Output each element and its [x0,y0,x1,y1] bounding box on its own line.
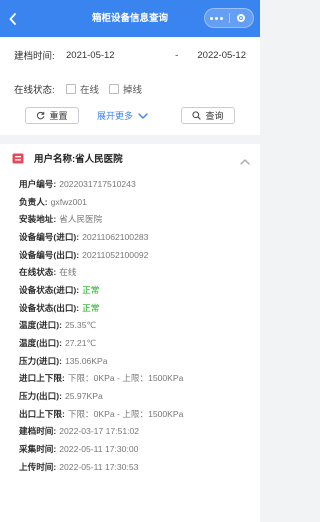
chevron-up-icon[interactable] [240,152,250,170]
expand-more-label: 展开更多 [97,111,134,121]
date-end-picker[interactable]: 2022-05-12 [197,50,246,61]
search-button-label: 查询 [205,111,224,121]
checkbox-icon [109,84,120,94]
back-button[interactable] [0,0,26,37]
device-info-card: 用户名称:省人民医院 用户编号: 2022031717510243 负责人: gxfw… [0,144,260,522]
field-key: 设备状态(出口): [19,302,80,313]
field-value: 2022031717510243 [59,178,136,189]
field-value: 2022-05-11 17:30:53 [59,461,139,472]
field-key: 设备编号(出口): [19,249,80,260]
online-checkbox[interactable]: 在线 [66,82,99,96]
navigation-bar: 箱柜设备信息查询 [0,0,260,37]
field-value: 省人民医院 [59,214,103,225]
field-value: 27.21℃ [64,337,97,348]
reset-button[interactable]: 重置 [25,107,79,124]
field-row: 压力(进口): 135.06KPa [19,352,254,370]
field-row: 负责人: gxfwz001 [19,193,254,211]
search-icon [192,111,202,120]
refresh-icon [36,111,45,120]
field-value: 在线 [59,267,77,278]
field-row: 温度(进口): 25.35℃ [19,317,254,335]
field-row: 设备编号(进口): 20211062100283 [19,228,254,246]
field-key: 上传时间: [19,461,57,472]
field-row: 设备状态(进口): 正常 [19,281,254,299]
status-label: 在线状态: [14,85,55,96]
field-key: 进口上下限: [19,373,65,384]
user-card-icon [12,151,24,169]
status-row: 在线状态: 在线 掉线 [14,82,152,96]
date-separator: - [175,49,179,61]
offline-checkbox[interactable]: 掉线 [109,82,142,96]
field-key: 负责人: [19,196,48,207]
field-key: 安装地址: [19,214,57,225]
card-header[interactable]: 用户名称:省人民医院 [0,144,260,170]
field-value: 下限：0KPa - 上限：1500KPa [67,408,184,419]
expand-more-button[interactable]: 展开更多 [97,107,148,124]
filter-panel: 建档时间: 2021-05-12 - 2022-05-12 在线状态: 在线 掉… [0,37,260,135]
chevron-down-icon [138,112,148,119]
field-row: 压力(出口): 25.97KPa [19,387,254,405]
field-list: 用户编号: 2022031717510243 负责人: gxfwz001 安装地址: 省人… [19,175,254,476]
back-arrow-icon [9,12,16,25]
field-key: 设备状态(进口): [19,284,80,295]
close-circle-icon[interactable] [230,14,254,22]
field-row: 在线状态: 在线 [19,263,254,281]
field-key: 压力(进口): [19,355,62,366]
date-start-picker[interactable]: 2021-05-12 [66,50,156,61]
field-row: 设备状态(出口): 正常 [19,299,254,317]
reset-button-label: 重置 [49,111,68,121]
mini-program-capsule [204,8,254,28]
field-key: 建档时间: [19,426,57,437]
field-key: 出口上下限: [19,408,65,419]
date-range-row: 建档时间: 2021-05-12 - 2022-05-12 [14,49,246,63]
field-row: 安装地址: 省人民医院 [19,210,254,228]
field-row: 用户编号: 2022031717510243 [19,175,254,193]
search-button[interactable]: 查询 [181,107,235,124]
field-key: 温度(出口): [19,338,62,349]
field-key: 压力(出口): [19,391,62,402]
field-value: 正常 [82,284,100,295]
field-row: 温度(出口): 27.21℃ [19,334,254,352]
field-value: 下限：0KPa - 上限：1500KPa [67,373,184,384]
field-row: 采集时间: 2022-05-11 17:30:00 [19,440,254,458]
field-value: 20211052100092 [82,249,149,260]
more-dots-icon[interactable] [205,16,229,20]
field-row: 进口上下限: 下限：0KPa - 上限：1500KPa [19,370,254,388]
field-key: 在线状态: [19,267,57,278]
field-row: 出口上下限: 下限：0KPa - 上限：1500KPa [19,405,254,423]
field-key: 设备编号(进口): [19,231,80,242]
field-value: 25.97KPa [64,391,103,402]
field-value: 正常 [82,302,100,313]
field-value: 2022-03-17 17:51:02 [59,426,140,437]
field-value: 20211062100283 [82,231,149,242]
field-key: 用户编号: [19,178,57,189]
field-row: 设备编号(出口): 20211052100092 [19,246,254,264]
online-checkbox-label: 在线 [80,85,100,96]
field-value: 2022-05-11 17:30:00 [59,444,139,455]
user-name-title: 用户名称:省人民医院 [34,154,123,165]
field-key: 温度(进口): [19,320,62,331]
field-row: 上传时间: 2022-05-11 17:30:53 [19,458,254,476]
offline-checkbox-label: 掉线 [123,85,143,96]
date-label: 建档时间: [14,51,55,62]
field-value: 25.35℃ [64,319,97,330]
action-row: 重置 展开更多 查询 [0,107,260,125]
field-value: 135.06KPa [64,355,108,366]
checkbox-icon [66,84,76,94]
field-value: gxfwz001 [50,196,87,207]
field-row: 建档时间: 2022-03-17 17:51:02 [19,423,254,441]
field-key: 采集时间: [19,444,57,455]
